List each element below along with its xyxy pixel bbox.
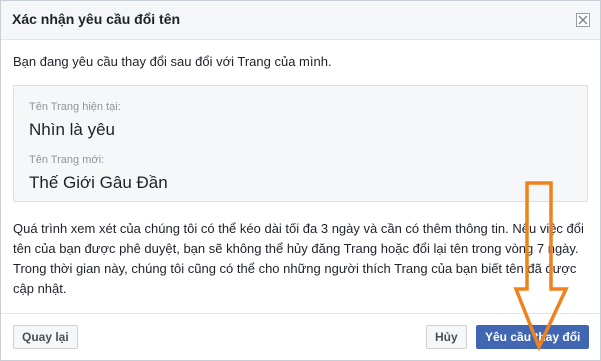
back-button[interactable]: Quay lại [13, 325, 78, 349]
current-name-label: Tên Trang hiện tại: [29, 101, 121, 113]
cancel-button[interactable]: Hủy [426, 325, 467, 349]
close-button[interactable] [576, 13, 590, 27]
name-change-box: Tên Trang hiện tại: Nhìn là yêu Tên Tran… [13, 85, 588, 202]
dialog-footer: Quay lại Hủy Yêu cầu thay đổi [1, 313, 600, 360]
intro-text: Bạn đang yêu cầu thay đổi sau đổi với Tr… [13, 54, 332, 69]
dialog-header: Xác nhận yêu cầu đổi tên [1, 1, 600, 40]
request-change-button[interactable]: Yêu cầu thay đổi [476, 325, 590, 349]
new-name-value: Thế Giới Gâu Đần [29, 173, 168, 192]
close-icon [578, 15, 588, 25]
review-info-text: Quá trình xem xét của chúng tôi có thể k… [13, 221, 584, 296]
dialog-title: Xác nhận yêu cầu đổi tên [12, 11, 181, 27]
current-name-value: Nhìn là yêu [29, 120, 115, 139]
rename-confirm-dialog: Xác nhận yêu cầu đổi tên Bạn đang yêu cầ… [0, 0, 601, 361]
new-name-label: Tên Trang mới: [29, 154, 105, 166]
